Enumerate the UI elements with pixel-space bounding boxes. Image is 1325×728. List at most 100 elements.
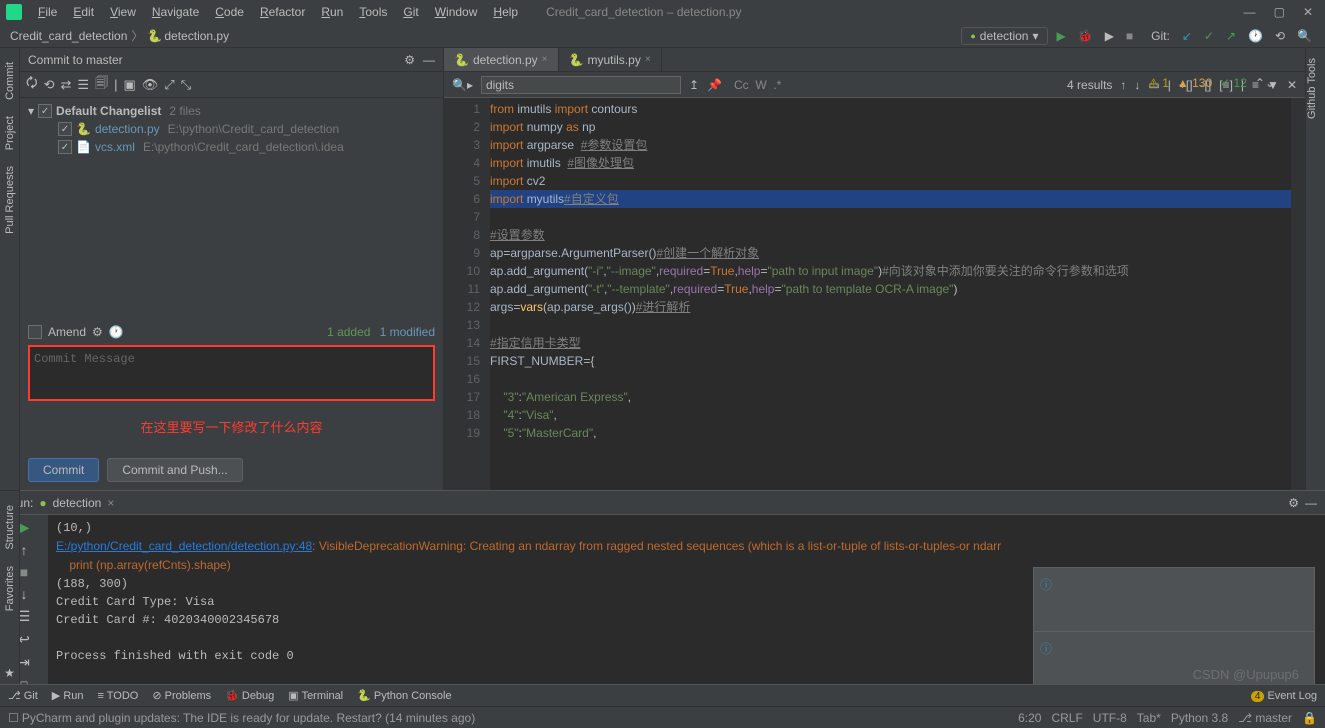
tool-debug[interactable]: 🐞 Debug xyxy=(225,689,274,702)
minimize-icon[interactable]: — xyxy=(1244,5,1256,19)
stop-button[interactable]: ■ xyxy=(1123,29,1136,43)
close-run-tab-icon[interactable]: × xyxy=(107,496,114,510)
rail-structure[interactable]: Structure xyxy=(4,505,16,550)
refresh-icon[interactable]: 🗘 xyxy=(26,74,38,96)
find-input[interactable] xyxy=(481,76,681,94)
status-branch[interactable]: ⎇ master xyxy=(1238,711,1292,725)
breadcrumb-project[interactable]: Credit_card_detection xyxy=(10,29,127,43)
tool-todo[interactable]: ≡ TODO xyxy=(98,690,139,702)
git-push-icon[interactable]: ↗ xyxy=(1223,29,1239,43)
star-icon[interactable]: ★ xyxy=(4,666,15,680)
status-line-sep[interactable]: CRLF xyxy=(1051,711,1082,725)
stop-run-icon[interactable]: ■ xyxy=(20,564,28,580)
collapse-icon[interactable]: ⤡ xyxy=(181,77,191,93)
search-icon[interactable]: 🔍 xyxy=(1294,29,1315,43)
close-tab-icon[interactable]: × xyxy=(645,54,651,65)
commit-button[interactable]: Commit xyxy=(28,458,99,482)
pin-icon[interactable]: 📌 xyxy=(707,78,722,92)
event-log[interactable]: 4 Event Log xyxy=(1251,690,1317,702)
notification-github[interactable]: ⓘ Successfully shared project on GitHub … xyxy=(1033,631,1315,684)
history-icon[interactable]: 🕐 xyxy=(109,325,124,339)
prev-occurrence-icon[interactable]: ↥ xyxy=(689,78,699,92)
close-icon[interactable]: ✕ xyxy=(1303,5,1313,19)
tab-detection-py[interactable]: 🐍detection.py× xyxy=(444,48,559,71)
gear-icon[interactable]: ⚙ xyxy=(404,53,415,67)
python-file-icon: 📄 xyxy=(76,140,91,154)
status-indent[interactable]: Tab* xyxy=(1137,711,1161,725)
run-output[interactable]: (10,) E:/python/Credit_card_detection/de… xyxy=(48,515,1325,684)
menu-refactor[interactable]: Refactor xyxy=(252,5,313,19)
git-commit-icon[interactable]: ✓ xyxy=(1201,29,1217,43)
rail-favorites[interactable]: Favorites xyxy=(4,566,16,611)
menu-code[interactable]: Code xyxy=(207,5,252,19)
status-message: PyCharm and plugin updates: The IDE is r… xyxy=(22,711,475,725)
changed-file-row[interactable]: ✓📄vcs.xmlE:\python\Credit_card_detection… xyxy=(28,138,435,156)
changelist-checkbox[interactable]: ✓ xyxy=(38,104,52,118)
group-icon[interactable]: ▣ xyxy=(123,77,135,93)
down-icon[interactable]: ↓ xyxy=(21,586,28,602)
file-checkbox[interactable]: ✓ xyxy=(58,122,72,136)
diff-icon[interactable]: ⇄ xyxy=(61,77,72,93)
file-path: E:\python\Credit_card_detection xyxy=(168,122,339,136)
stats-added: 1 added xyxy=(327,325,370,339)
menu-git[interactable]: Git xyxy=(395,5,426,19)
tool-python-console[interactable]: 🐍 Python Console xyxy=(357,689,451,702)
changelist-name[interactable]: Default Changelist xyxy=(56,104,161,118)
hide-run-icon[interactable]: — xyxy=(1305,496,1317,510)
tree-expand-icon[interactable]: ▾ xyxy=(28,104,34,118)
find-prev-icon[interactable]: ↑ xyxy=(1120,78,1126,92)
git-history-icon[interactable]: 🕐 xyxy=(1245,29,1266,43)
menu-help[interactable]: Help xyxy=(485,5,526,19)
rerun-icon[interactable]: ▶ xyxy=(19,519,30,536)
tool-run[interactable]: ▶ Run xyxy=(52,689,84,702)
debug-button[interactable]: 🐞 xyxy=(1075,29,1096,43)
tool-problems[interactable]: ⊘ Problems xyxy=(152,689,211,702)
run-config-select[interactable]: detection ▾ xyxy=(961,27,1047,45)
menu-navigate[interactable]: Navigate xyxy=(144,5,207,19)
run-gear-icon[interactable]: ⚙ xyxy=(1288,496,1299,510)
rollback-icon[interactable]: ⟲ xyxy=(44,77,55,93)
shelve-icon[interactable]: 🗐 xyxy=(95,74,108,96)
changed-file-row[interactable]: ✓🐍detection.pyE:\python\Credit_card_dete… xyxy=(28,120,435,138)
menu-edit[interactable]: Edit xyxy=(65,5,102,19)
run-button[interactable]: ▶ xyxy=(1054,29,1069,43)
find-next-icon[interactable]: ↓ xyxy=(1134,78,1140,92)
commit-message-input[interactable]: Commit Message xyxy=(28,345,435,401)
menu-tools[interactable]: Tools xyxy=(351,5,395,19)
status-interpreter[interactable]: Python 3.8 xyxy=(1171,711,1228,725)
menu-run[interactable]: Run xyxy=(313,5,351,19)
inspection-widget[interactable]: ⚠ 1 ▲ 130 ✓ 12 ⌃⌄ xyxy=(1148,76,1275,90)
status-encoding[interactable]: UTF-8 xyxy=(1093,711,1127,725)
status-caret[interactable]: 6:20 xyxy=(1018,711,1041,725)
lock-icon[interactable]: 🔒 xyxy=(1302,711,1317,725)
menu-file[interactable]: File xyxy=(30,5,65,19)
breadcrumb-file[interactable]: detection.py xyxy=(164,29,229,43)
tool-terminal[interactable]: ▣ Terminal xyxy=(288,689,343,702)
up-icon[interactable]: ↑ xyxy=(21,542,28,558)
coverage-button[interactable]: ▶ xyxy=(1102,29,1117,43)
view-icon[interactable]: 👁 xyxy=(142,77,159,93)
close-find-icon[interactable]: ✕ xyxy=(1287,78,1297,92)
tab-myutils-py[interactable]: 🐍myutils.py× xyxy=(559,48,662,71)
git-rollback-icon[interactable]: ⟲ xyxy=(1272,29,1288,43)
maximize-icon[interactable]: ▢ xyxy=(1274,5,1285,19)
rail-pull-requests[interactable]: Pull Requests xyxy=(4,166,16,234)
rail-project[interactable]: Project xyxy=(4,116,16,150)
expand-icon[interactable]: ⤢ xyxy=(164,77,174,93)
tool-git[interactable]: ⎇ Git xyxy=(8,689,38,702)
git-update-icon[interactable]: ↙ xyxy=(1179,29,1195,43)
menu-view[interactable]: View xyxy=(102,5,144,19)
minimap[interactable] xyxy=(1291,98,1305,490)
menu-window[interactable]: Window xyxy=(427,5,486,19)
rail-github-tools[interactable]: Github Tools xyxy=(1306,58,1318,119)
commit-and-push-button[interactable]: Commit and Push... xyxy=(107,458,242,482)
amend-checkbox[interactable] xyxy=(28,325,42,339)
changelist-icon[interactable]: ☰ xyxy=(77,77,89,93)
hide-panel-icon[interactable]: — xyxy=(423,53,435,67)
file-checkbox[interactable]: ✓ xyxy=(58,140,72,154)
rail-commit[interactable]: Commit xyxy=(4,62,16,100)
settings-icon[interactable]: ⚙ xyxy=(92,325,103,339)
code-editor[interactable]: 12345678910111213141516171819 from imuti… xyxy=(444,98,1305,490)
close-tab-icon[interactable]: × xyxy=(542,54,548,65)
find-options[interactable]: Cc W .* xyxy=(734,78,781,92)
